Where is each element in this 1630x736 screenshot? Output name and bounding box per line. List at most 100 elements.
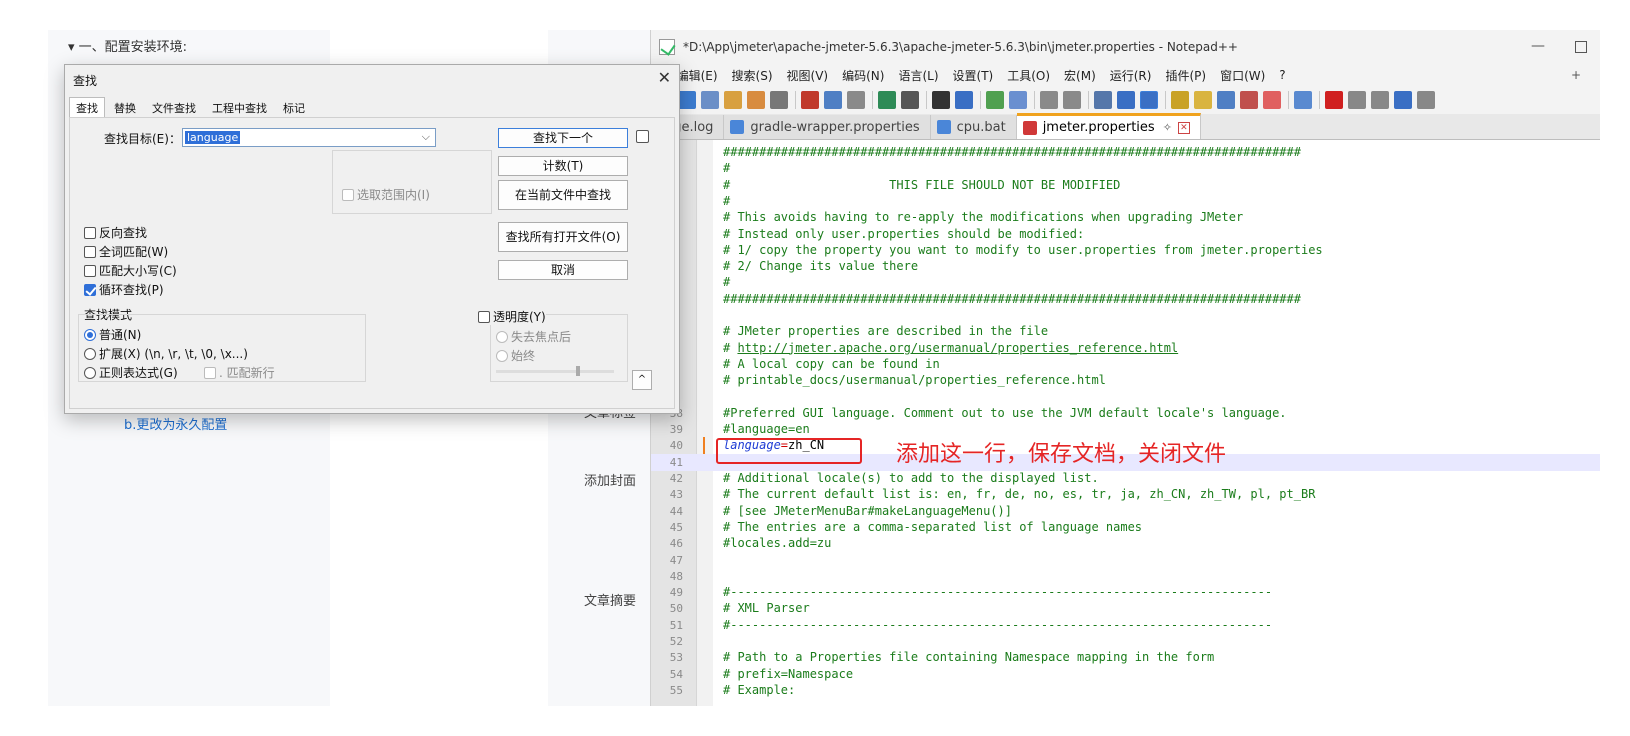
language-icon[interactable] <box>1171 91 1189 109</box>
tab-find-in-project[interactable]: 工程中查找 <box>205 97 274 119</box>
menu-tools[interactable]: 工具(O) <box>1007 67 1050 84</box>
tab-replace[interactable]: 替换 <box>107 97 143 119</box>
code-line[interactable]: # <box>651 193 1600 210</box>
paste-icon[interactable] <box>847 91 865 109</box>
code-line[interactable]: # printable_docs/usermanual/properties_r… <box>651 372 1600 389</box>
function-list-icon[interactable] <box>1240 91 1258 109</box>
menu-plugins[interactable]: 插件(P) <box>1165 67 1206 84</box>
text-editor[interactable]: ########################################… <box>651 140 1600 706</box>
on-lose-focus-radio[interactable]: 失去焦点后 <box>496 328 571 345</box>
folder-workspace-icon[interactable] <box>1263 91 1281 109</box>
chevron-down-icon[interactable]: ⌵ <box>422 130 430 144</box>
play-macro-icon[interactable] <box>1371 91 1389 109</box>
menu-window[interactable]: 窗口(W) <box>1220 67 1265 84</box>
code-line[interactable]: # http://jmeter.apache.org/usermanual/pr… <box>651 340 1600 357</box>
reverse-search-checkbox[interactable]: 反向查找 <box>84 224 147 241</box>
code-line[interactable]: ########################################… <box>651 144 1600 161</box>
undo-icon[interactable] <box>878 91 896 109</box>
save-icon[interactable] <box>678 91 696 109</box>
tab-cpu-bat[interactable]: cpu.bat <box>930 115 1017 139</box>
code-line[interactable]: 46 #locales.add=zu <box>651 535 1600 552</box>
menu-help[interactable]: ? <box>1279 68 1285 82</box>
mode-regex-radio[interactable]: 正则表达式(G) <box>84 364 178 381</box>
transparency-checkbox[interactable]: 透明度(Y) <box>478 308 546 325</box>
doc-list-icon[interactable] <box>1217 91 1235 109</box>
whole-word-checkbox[interactable]: 全词匹配(W) <box>84 243 168 260</box>
find-next-checkbox[interactable] <box>636 130 649 143</box>
maximize-button[interactable] <box>1575 41 1587 53</box>
close-icon[interactable] <box>724 91 742 109</box>
menu-encoding[interactable]: 编码(N) <box>842 67 884 84</box>
code-line[interactable]: # THIS FILE SHOULD NOT BE MODIFIED <box>651 177 1600 194</box>
copy-icon[interactable] <box>824 91 842 109</box>
code-line[interactable]: 38#Preferred GUI language. Comment out t… <box>651 405 1600 422</box>
menu-macro[interactable]: 宏(M) <box>1064 67 1096 84</box>
menu-edit[interactable]: 编辑(E) <box>677 67 718 84</box>
slider-thumb[interactable] <box>576 366 580 376</box>
record-macro-icon[interactable] <box>1325 91 1343 109</box>
close-all-icon[interactable] <box>747 91 765 109</box>
tab-find[interactable]: 查找 <box>69 97 105 119</box>
code-line[interactable]: # Instead only user.properties should be… <box>651 226 1600 243</box>
code-line[interactable]: # This avoids having to re-apply the mod… <box>651 209 1600 226</box>
minimize-button[interactable]: — <box>1531 38 1545 54</box>
code-line[interactable]: 52 <box>651 633 1600 650</box>
menu-view[interactable]: 视图(V) <box>787 67 829 84</box>
code-line[interactable]: # 2/ Change its value there <box>651 258 1600 275</box>
code-line[interactable] <box>651 307 1600 324</box>
pin-icon[interactable]: ✧ <box>1163 121 1172 134</box>
redo-icon[interactable] <box>901 91 919 109</box>
match-case-checkbox[interactable]: 匹配大小写(C) <box>84 262 177 279</box>
find-in-current-button[interactable]: 在当前文件中查找 <box>498 180 628 210</box>
tab-jmeter-properties[interactable]: jmeter.properties ✧ ✕ <box>1016 113 1201 139</box>
monitor-icon[interactable] <box>1294 91 1312 109</box>
match-newline-checkbox[interactable]: . 匹配新行 <box>204 364 275 381</box>
wrap-around-checkbox[interactable]: 循环查找(P) <box>84 281 164 298</box>
cut-icon[interactable] <box>801 91 819 109</box>
zoom-out-icon[interactable] <box>1009 91 1027 109</box>
menu-settings[interactable]: 设置(T) <box>953 67 994 84</box>
code-line[interactable]: 47 <box>651 552 1600 569</box>
code-line[interactable]: 53 # Path to a Properties file containing… <box>651 649 1600 666</box>
replace-icon[interactable] <box>955 91 973 109</box>
transparency-slider[interactable] <box>496 366 614 376</box>
play-multiple-icon[interactable] <box>1394 91 1412 109</box>
code-line[interactable] <box>651 389 1600 406</box>
doc-map-icon[interactable] <box>1194 91 1212 109</box>
code-line[interactable]: ########################################… <box>651 291 1600 308</box>
menu-language[interactable]: 语言(L) <box>898 67 938 84</box>
tab-gradle-wrapper[interactable]: gradle-wrapper.properties <box>724 115 931 139</box>
menu-plus[interactable]: + <box>1571 68 1581 82</box>
code-line[interactable]: 42 # Additional locale(s) to add to the d… <box>651 470 1600 487</box>
code-line[interactable]: 51 #-------------------------------------… <box>651 617 1600 634</box>
code-line[interactable]: 55 # Example: <box>651 682 1600 699</box>
show-all-chars-icon[interactable] <box>1117 91 1135 109</box>
tab-close-icon[interactable]: ✕ <box>1177 121 1190 134</box>
find-all-open-button[interactable]: 查找所有打开文件(O) <box>498 222 628 252</box>
code-line[interactable]: # <box>651 274 1600 291</box>
sync-horizontal-icon[interactable] <box>1063 91 1081 109</box>
outline-item-permanent-config[interactable]: b.更改为永久配置 <box>124 414 227 433</box>
code-line[interactable]: # JMeter properties are described in the… <box>651 323 1600 340</box>
always-radio[interactable]: 始终 <box>496 347 535 364</box>
close-icon[interactable]: ✕ <box>658 68 671 87</box>
url-link[interactable]: http://jmeter.apache.org/usermanual/prop… <box>737 341 1178 355</box>
outline-item-config-env[interactable]: ▾ 一、配置安装环境: <box>68 36 187 55</box>
code-line[interactable]: 50 # XML Parser <box>651 600 1600 617</box>
count-button[interactable]: 计数(T) <box>498 156 628 176</box>
code-line[interactable]: # <box>651 160 1600 177</box>
code-line[interactable]: 43 # The current default list is: en, fr,… <box>651 486 1600 503</box>
tab-find-in-files[interactable]: 文件查找 <box>145 97 203 119</box>
code-line[interactable]: 48 <box>651 568 1600 585</box>
code-line[interactable]: 45 # The entries are a comma-separated li… <box>651 519 1600 536</box>
code-line[interactable]: 54 # prefix=Namespace <box>651 666 1600 683</box>
mode-extended-radio[interactable]: 扩展(X) (\n, \r, \t, \0, \x...) <box>84 345 248 362</box>
code-line[interactable]: 49 #-------------------------------------… <box>651 584 1600 601</box>
sync-vertical-icon[interactable] <box>1040 91 1058 109</box>
collapse-button[interactable]: ^ <box>632 370 652 390</box>
save-all-icon[interactable] <box>701 91 719 109</box>
stop-macro-icon[interactable] <box>1348 91 1366 109</box>
code-line[interactable]: # 1/ copy the property you want to modif… <box>651 242 1600 259</box>
code-line[interactable]: # A local copy can be found in <box>651 356 1600 373</box>
code-line[interactable]: 44 # [see JMeterMenuBar#makeLanguageMenu(… <box>651 503 1600 520</box>
